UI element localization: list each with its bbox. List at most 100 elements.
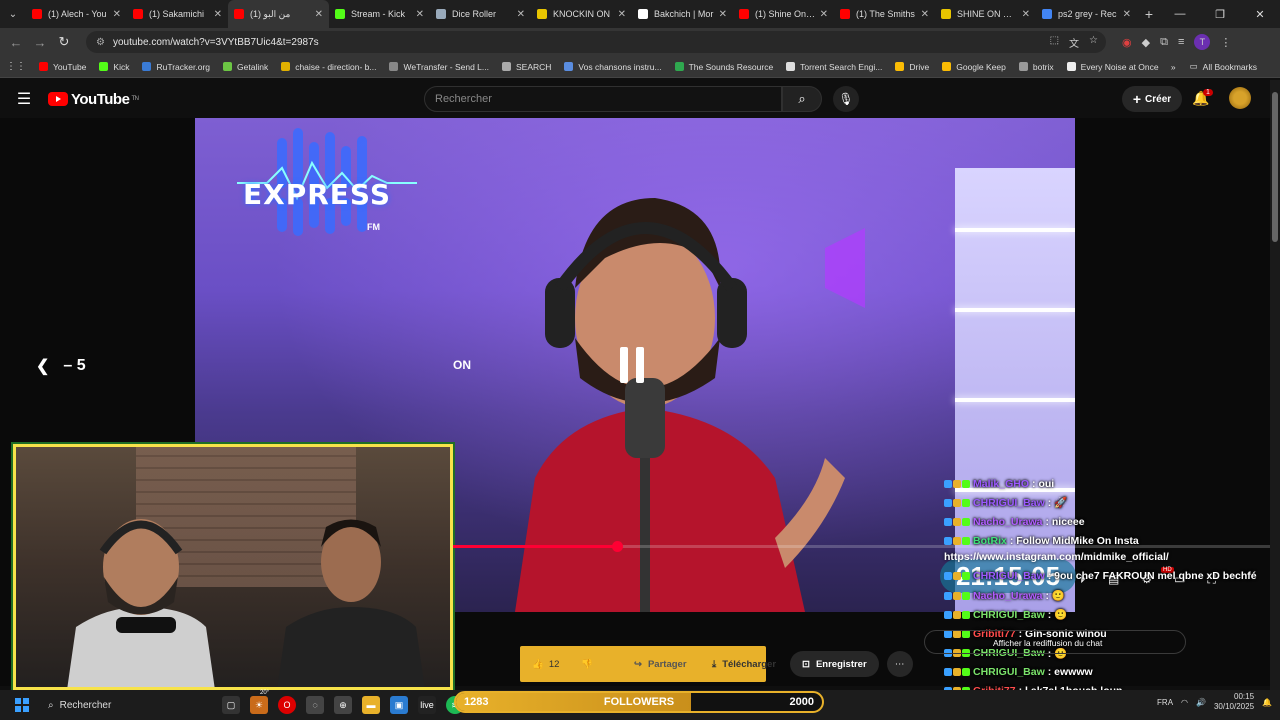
bookmark-item[interactable]: The Sounds Resource bbox=[674, 62, 773, 72]
file-explorer-icon[interactable]: ▬ bbox=[362, 696, 380, 714]
bookmark-star-icon[interactable]: ☆ bbox=[1089, 35, 1098, 50]
tab-close-icon[interactable]: ✕ bbox=[517, 9, 525, 20]
chat-username[interactable]: CHRIGUI_Baw bbox=[973, 609, 1045, 621]
browser-tab[interactable]: SHINE ON YOU ✕ bbox=[935, 0, 1036, 28]
bookmark-item[interactable]: SEARCH bbox=[501, 62, 551, 72]
extension-icon[interactable]: ◉ bbox=[1122, 36, 1132, 49]
browser-menu-icon[interactable]: ⋮ bbox=[1220, 36, 1231, 49]
profile-avatar[interactable]: T bbox=[1194, 34, 1211, 50]
chat-username[interactable]: CHRIGUI_Baw bbox=[973, 570, 1045, 582]
notifications-bell-icon[interactable]: 🔔 bbox=[1262, 698, 1272, 707]
save-button[interactable]: ⊡ Enregistrer bbox=[790, 651, 879, 677]
start-button[interactable] bbox=[0, 698, 44, 712]
create-button[interactable]: + Créer bbox=[1122, 86, 1182, 112]
tab-close-icon[interactable]: ✕ bbox=[1022, 9, 1030, 20]
bookmark-item[interactable]: Every Noise at Once bbox=[1066, 62, 1159, 72]
chat-username[interactable]: CHRIGUI_Baw bbox=[973, 497, 1045, 509]
photos-icon[interactable]: ▣ bbox=[390, 696, 408, 714]
dislike-button[interactable]: 👎 bbox=[581, 659, 593, 670]
chat-username[interactable]: Malik_GHO bbox=[973, 478, 1029, 490]
chat-username[interactable]: BotRix bbox=[973, 535, 1007, 547]
language-indicator[interactable]: FRA bbox=[1157, 698, 1173, 707]
site-info-icon[interactable]: ⚙ bbox=[96, 37, 105, 48]
opera-icon[interactable]: O bbox=[278, 696, 296, 714]
progress-scrubber[interactable] bbox=[611, 541, 623, 552]
account-avatar[interactable] bbox=[1229, 87, 1251, 109]
install-app-icon[interactable]: ⬚ bbox=[1050, 35, 1059, 50]
chat-username[interactable]: CHRIGUI_Baw bbox=[973, 666, 1045, 678]
new-tab-button[interactable]: + bbox=[1137, 6, 1161, 22]
app-icon[interactable]: ◌ bbox=[306, 696, 324, 714]
bookmark-item[interactable]: Torrent Search Engi... bbox=[786, 62, 882, 72]
share-button[interactable]: ↪ Partager bbox=[622, 651, 699, 677]
chat-link[interactable]: https://www.instagram.com/midmike_offici… bbox=[944, 551, 1270, 567]
browser-tab[interactable]: (1) The Smiths ✕ bbox=[834, 0, 935, 28]
tab-close-icon[interactable]: ✕ bbox=[820, 9, 828, 20]
voice-search-button[interactable]: 🎙 bbox=[833, 86, 859, 112]
like-button[interactable]: 👍 12 bbox=[532, 659, 559, 670]
youtube-logo[interactable]: YouTube TN bbox=[48, 91, 139, 108]
address-bar[interactable]: ⚙ youtube.com/watch?v=3VYtBB7Uic4&t=2987… bbox=[86, 31, 1106, 53]
more-bookmarks-icon[interactable]: » bbox=[1171, 62, 1176, 72]
tab-close-icon[interactable]: ✕ bbox=[416, 9, 424, 20]
tab-close-icon[interactable]: ✕ bbox=[618, 9, 626, 20]
tab-close-icon[interactable]: ✕ bbox=[921, 9, 929, 20]
taskbar-search[interactable]: ⌕ Rechercher bbox=[44, 694, 184, 716]
menu-hamburger-icon[interactable]: ☰ bbox=[0, 89, 48, 109]
browser-tab[interactable]: (1) من البو ✕ bbox=[228, 0, 329, 28]
bookmark-favicon-icon bbox=[142, 62, 152, 71]
bookmark-item[interactable]: RuTracker.org bbox=[142, 62, 210, 72]
bookmark-item[interactable]: YouTube bbox=[39, 62, 86, 72]
minimize-button[interactable]: — bbox=[1160, 0, 1200, 28]
extensions-puzzle-icon[interactable]: ⧉ bbox=[1160, 36, 1168, 49]
browser-tab[interactable]: ps2 grey - Rec ✕ bbox=[1036, 0, 1137, 28]
task-view-icon[interactable]: ▢ bbox=[222, 696, 240, 714]
search-input[interactable]: Rechercher bbox=[424, 86, 782, 112]
forward-button[interactable]: → bbox=[28, 30, 52, 54]
browser-tab[interactable]: (1) Shine On Yo ✕ bbox=[733, 0, 834, 28]
download-button[interactable]: ⤓ Télécharger bbox=[700, 651, 788, 677]
bookmark-item[interactable]: chaise - direction- b... bbox=[281, 62, 376, 72]
reload-button[interactable]: ↻ bbox=[52, 30, 76, 54]
bookmark-item[interactable]: Getalink bbox=[223, 62, 268, 72]
tab-close-icon[interactable]: ✕ bbox=[113, 9, 121, 20]
live-icon[interactable]: live bbox=[418, 696, 436, 714]
bookmark-item[interactable]: Vos chansons instru... bbox=[564, 62, 662, 72]
browser-tab[interactable]: KNOCKIN ON ✕ bbox=[531, 0, 632, 28]
apps-grid-icon[interactable]: ⋮⋮ bbox=[6, 61, 26, 72]
bookmark-item[interactable]: WeTransfer - Send L... bbox=[389, 62, 489, 72]
tab-search-button[interactable]: ⌄ bbox=[0, 0, 26, 28]
tab-close-icon[interactable]: ✕ bbox=[719, 9, 727, 20]
bookmark-item[interactable]: Kick bbox=[99, 62, 129, 72]
browser-tab[interactable]: (1) Alech - You ✕ bbox=[26, 0, 127, 28]
search-button[interactable]: ⌕ bbox=[782, 86, 822, 112]
volume-icon[interactable]: 🔊 bbox=[1196, 698, 1206, 707]
extension-diamond-icon[interactable]: ◆ bbox=[1142, 36, 1150, 49]
translate-icon[interactable]: 文 bbox=[1069, 35, 1079, 50]
chat-username[interactable]: Nacho_Urawa bbox=[973, 590, 1042, 602]
scrollbar-thumb[interactable] bbox=[1272, 92, 1278, 242]
chat-username[interactable]: Nacho_Urawa bbox=[973, 516, 1042, 528]
browser-tab[interactable]: Bakchich | Mor ✕ bbox=[632, 0, 733, 28]
bookmark-item[interactable]: Google Keep bbox=[942, 62, 1006, 72]
wifi-icon[interactable]: ◠ bbox=[1181, 698, 1188, 707]
page-scrollbar[interactable] bbox=[1270, 80, 1280, 690]
xbox-icon[interactable]: ⊕ bbox=[334, 696, 352, 714]
tab-close-icon[interactable]: ✕ bbox=[1123, 9, 1131, 20]
browser-tab[interactable]: Dice Roller ✕ bbox=[430, 0, 531, 28]
weather-icon[interactable]: ☀ 20° bbox=[250, 690, 269, 714]
browser-tab[interactable]: (1) Sakamichi ✕ bbox=[127, 0, 228, 28]
media-controls-icon[interactable]: ≡ bbox=[1178, 36, 1184, 48]
back-button[interactable]: ← bbox=[4, 30, 28, 54]
clock-date[interactable]: 00:15 30/10/2025 bbox=[1214, 692, 1254, 712]
tab-close-icon[interactable]: ✕ bbox=[315, 9, 323, 20]
bookmark-item[interactable]: botrix bbox=[1018, 62, 1054, 72]
chat-text: : ewwww bbox=[1047, 666, 1093, 679]
more-actions-button[interactable]: ⋯ bbox=[886, 651, 913, 677]
all-bookmarks-button[interactable]: » ▭ All Bookmarks bbox=[1171, 61, 1257, 72]
browser-tab[interactable]: Stream - Kick ✕ bbox=[329, 0, 430, 28]
restore-button[interactable]: ❐ bbox=[1200, 0, 1240, 28]
tab-close-icon[interactable]: ✕ bbox=[214, 9, 222, 20]
bookmark-item[interactable]: Drive bbox=[895, 62, 929, 72]
close-window-button[interactable]: ✕ bbox=[1240, 0, 1280, 28]
